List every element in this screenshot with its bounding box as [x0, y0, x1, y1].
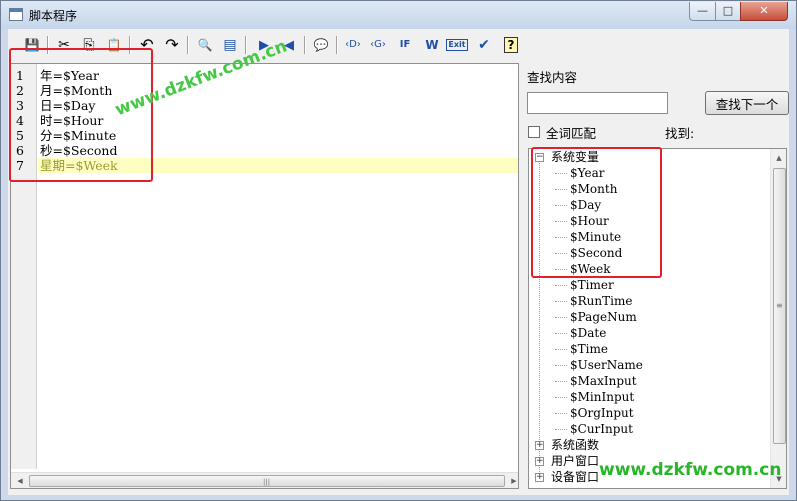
- title-bar[interactable]: 脚本程序 — □ ✕: [1, 1, 796, 29]
- watermark-bottom: www.dzkfw.com.cn: [599, 460, 782, 480]
- tree-connector: [555, 333, 567, 334]
- tree-connector: [555, 381, 567, 382]
- found-label: 找到:: [665, 126, 695, 141]
- whole-word-checkbox[interactable]: [528, 126, 540, 138]
- tree-connector: [555, 349, 567, 350]
- exit-button[interactable]: Exit: [446, 34, 468, 56]
- tree-connector: [555, 413, 567, 414]
- toolbar-separator: [304, 36, 306, 54]
- redo-button[interactable]: ↷: [161, 34, 183, 56]
- comment-button[interactable]: 💬: [310, 34, 332, 56]
- if-else-icon: IF: [399, 39, 411, 50]
- tree-item-variable[interactable]: $MinInput: [570, 389, 634, 405]
- highlight-box-tree: [531, 147, 662, 278]
- check-button[interactable]: ✔: [473, 34, 495, 56]
- whole-word-label[interactable]: 全词匹配: [546, 123, 596, 142]
- tree-item-variable[interactable]: $CurInput: [570, 421, 633, 437]
- window-title: 脚本程序: [29, 9, 78, 23]
- tree-connector: [555, 397, 567, 398]
- while-button[interactable]: W: [421, 34, 443, 56]
- expand-icon[interactable]: +: [535, 441, 544, 450]
- check-icon: ✔: [478, 37, 490, 53]
- tree-item-variable[interactable]: $RunTime: [570, 293, 632, 309]
- comment-icon: 💬: [313, 38, 329, 52]
- g-tag-icon: ‹G›: [370, 39, 386, 50]
- scroll-right-icon[interactable]: ▶: [506, 473, 522, 489]
- find-input[interactable]: [527, 92, 668, 114]
- grip-icon: ≡: [776, 301, 783, 310]
- minimize-button[interactable]: —: [689, 2, 716, 21]
- tree-connector: [555, 285, 567, 286]
- tree-item-variable[interactable]: $PageNum: [570, 309, 637, 325]
- tree-node-system-functions[interactable]: 系统函数: [551, 437, 599, 453]
- grip-icon: |||: [263, 478, 271, 486]
- tree-connector: [555, 365, 567, 366]
- horizontal-scroll-thumb[interactable]: |||: [29, 475, 505, 487]
- vertical-scroll-thumb[interactable]: ≡: [773, 168, 786, 444]
- tree-node-device-windows[interactable]: 设备窗口: [551, 469, 599, 485]
- tree-connector: [555, 317, 567, 318]
- help-button[interactable]: ?: [500, 34, 522, 56]
- toolbar-separator: [187, 36, 189, 54]
- tree-connector: [555, 301, 567, 302]
- expand-icon[interactable]: +: [535, 457, 544, 466]
- tree-item-variable[interactable]: $Time: [570, 341, 608, 357]
- find-icon: 🔍: [197, 38, 213, 52]
- find-content-label: 查找内容: [527, 70, 578, 85]
- g-tag-button[interactable]: ‹G›: [367, 34, 389, 56]
- vertical-scrollbar[interactable]: ▲ ≡ ▼: [770, 149, 786, 488]
- toolbar-separator: [336, 36, 338, 54]
- horizontal-scrollbar[interactable]: ◀ ||| ▶: [11, 472, 518, 488]
- redo-icon: ↷: [165, 35, 179, 54]
- help-icon: ?: [504, 37, 518, 53]
- tree-item-variable[interactable]: $MaxInput: [570, 373, 637, 389]
- tree-item-variable[interactable]: $Timer: [570, 277, 614, 293]
- exit-icon: Exit: [446, 39, 468, 51]
- find-next-button[interactable]: 查找下一个: [705, 91, 789, 115]
- script-program-window: 脚本程序 — □ ✕ 💾 ✂ ⎘ 📋 ↶ ↷ 🔍 ▤ ▶ ◀ 💬 ‹D› ‹G›…: [0, 0, 797, 501]
- tree-item-variable[interactable]: $Date: [570, 325, 606, 341]
- tree-item-variable[interactable]: $UserName: [570, 357, 643, 373]
- if-else-button[interactable]: IF: [394, 34, 416, 56]
- find-button[interactable]: 🔍: [194, 34, 216, 56]
- app-icon: [9, 8, 23, 21]
- tree-node-user-windows[interactable]: 用户窗口: [551, 453, 599, 469]
- scroll-up-icon[interactable]: ▲: [771, 150, 786, 166]
- tree-connector: [555, 429, 567, 430]
- scroll-left-icon[interactable]: ◀: [12, 473, 28, 489]
- tree-item-variable[interactable]: $OrgInput: [570, 405, 634, 421]
- replace-icon: ▤: [223, 37, 237, 53]
- close-button[interactable]: ✕: [740, 2, 788, 21]
- d-tag-button[interactable]: ‹D›: [342, 34, 364, 56]
- d-tag-icon: ‹D›: [345, 39, 361, 50]
- maximize-button[interactable]: □: [715, 2, 741, 21]
- while-icon: W: [425, 38, 439, 52]
- expand-icon[interactable]: +: [535, 473, 544, 482]
